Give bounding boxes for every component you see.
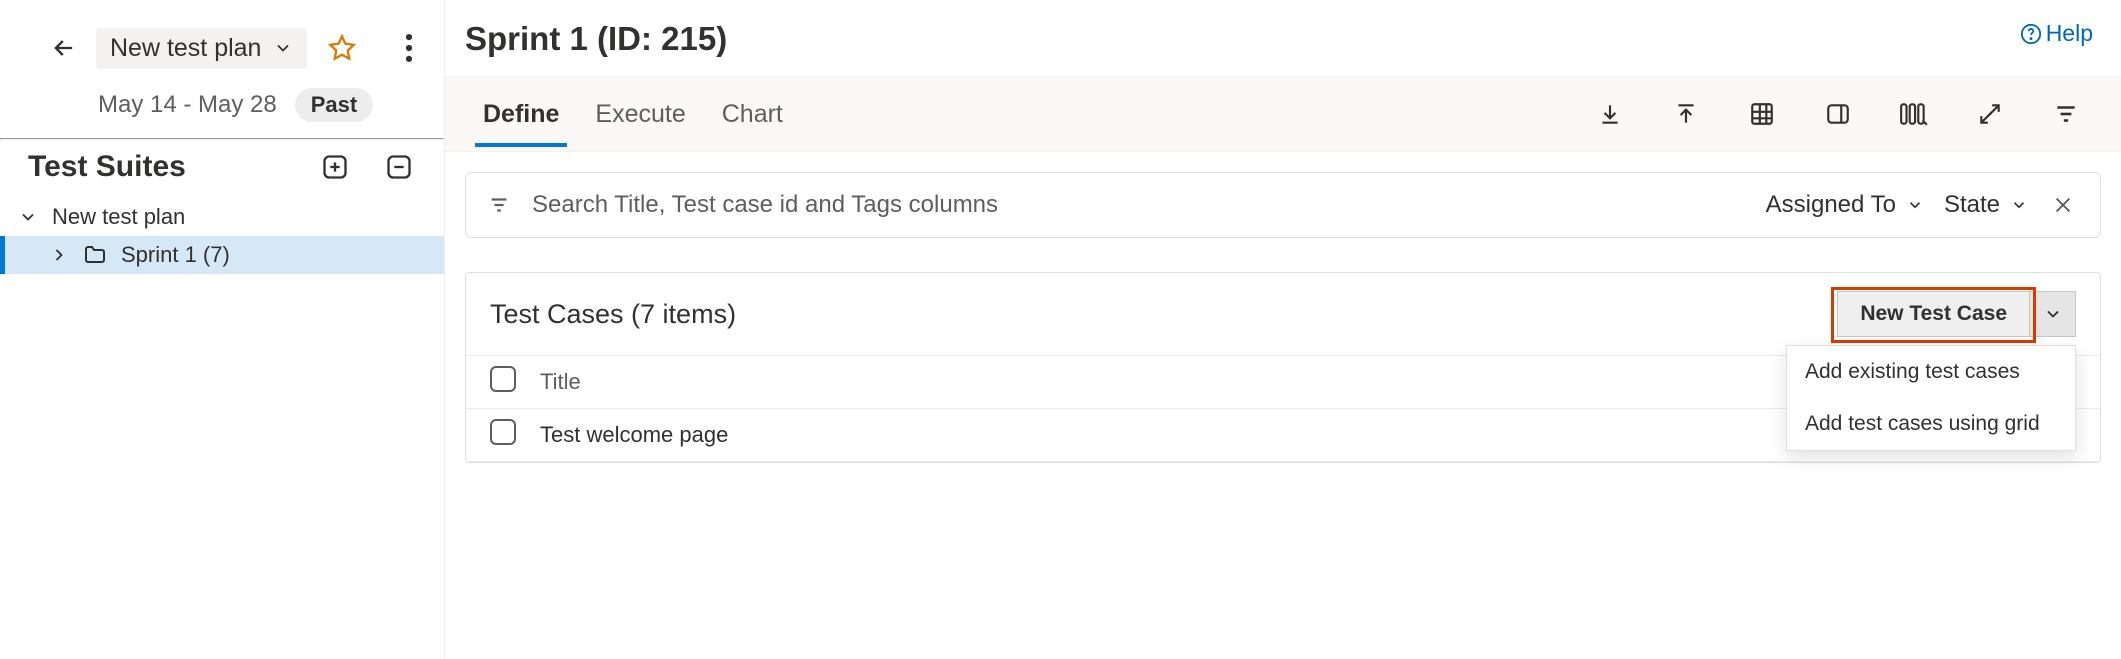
tree-root-label: New test plan — [52, 204, 185, 230]
row-title: Test welcome page — [540, 422, 1826, 448]
toolbar — [1593, 97, 2101, 131]
suite-tree: New test plan Sprint 1 (7) — [0, 184, 444, 274]
filter-assigned-to[interactable]: Assigned To — [1766, 191, 1924, 219]
select-all-checkbox[interactable] — [490, 366, 516, 392]
back-button[interactable] — [50, 34, 78, 62]
tree-child-label: Sprint 1 (7) — [121, 242, 230, 268]
tab-chart[interactable]: Chart — [704, 82, 801, 147]
main-panel: Sprint 1 (ID: 215) Help Define Execute C… — [445, 0, 2121, 659]
menu-add-grid[interactable]: Add test cases using grid — [1787, 398, 2075, 450]
tab-bar: Define Execute Chart — [445, 77, 2121, 151]
search-bar: Assigned To State — [465, 172, 2101, 238]
tab-define[interactable]: Define — [465, 82, 577, 147]
sidebar: New test plan May 14 - May 28 Past Test … — [0, 0, 445, 659]
new-test-case-button[interactable]: New Test Case — [1837, 291, 2030, 337]
more-button[interactable] — [392, 18, 426, 78]
filter-assigned-label: Assigned To — [1766, 191, 1896, 219]
clear-filters-button[interactable] — [2048, 190, 2078, 220]
chevron-down-icon — [18, 207, 38, 227]
plan-status-badge: Past — [295, 88, 373, 122]
help-link[interactable]: Help — [2020, 20, 2093, 47]
menu-add-existing[interactable]: Add existing test cases — [1787, 346, 2075, 398]
chevron-down-icon — [273, 38, 293, 58]
tab-execute[interactable]: Execute — [577, 82, 703, 147]
chevron-down-icon — [2010, 196, 2028, 214]
help-icon — [2020, 23, 2042, 45]
fullscreen-button[interactable] — [1973, 97, 2007, 131]
folder-icon — [83, 243, 107, 267]
plan-name: New test plan — [110, 34, 261, 63]
import-button[interactable] — [1669, 97, 1703, 131]
search-input[interactable] — [530, 190, 1746, 220]
test-cases-card: Test Cases (7 items) New Test Case Add e… — [465, 272, 2101, 463]
new-test-case-menu: Add existing test cases Add test cases u… — [1786, 345, 2076, 451]
add-suite-button[interactable] — [318, 150, 352, 184]
tree-child-item[interactable]: Sprint 1 (7) — [0, 236, 444, 274]
filter-state-label: State — [1944, 191, 2000, 219]
collapse-suite-button[interactable] — [382, 150, 416, 184]
plan-date-range: May 14 - May 28 — [98, 91, 277, 119]
tree-root-item[interactable]: New test plan — [0, 198, 444, 236]
page-title: Sprint 1 (ID: 215) — [465, 20, 2020, 58]
chevron-right-icon — [49, 245, 69, 265]
help-label: Help — [2046, 20, 2093, 47]
side-panel-button[interactable] — [1821, 97, 1855, 131]
filter-lines-icon — [488, 194, 510, 216]
column-options-button[interactable] — [1897, 97, 1931, 131]
chevron-down-icon — [1906, 196, 1924, 214]
grid-view-button[interactable] — [1745, 97, 1779, 131]
filter-button[interactable] — [2049, 97, 2083, 131]
favorite-button[interactable] — [325, 31, 359, 65]
col-title[interactable]: Title — [540, 369, 1826, 395]
row-checkbox[interactable] — [490, 419, 516, 445]
suites-heading: Test Suites — [28, 150, 318, 184]
filter-state[interactable]: State — [1944, 191, 2028, 219]
export-button[interactable] — [1593, 97, 1627, 131]
chevron-down-icon — [2043, 304, 2063, 324]
new-test-case-dropdown[interactable] — [2030, 291, 2076, 337]
plan-selector[interactable]: New test plan — [96, 28, 307, 69]
cases-title: Test Cases (7 items) — [490, 299, 1837, 330]
